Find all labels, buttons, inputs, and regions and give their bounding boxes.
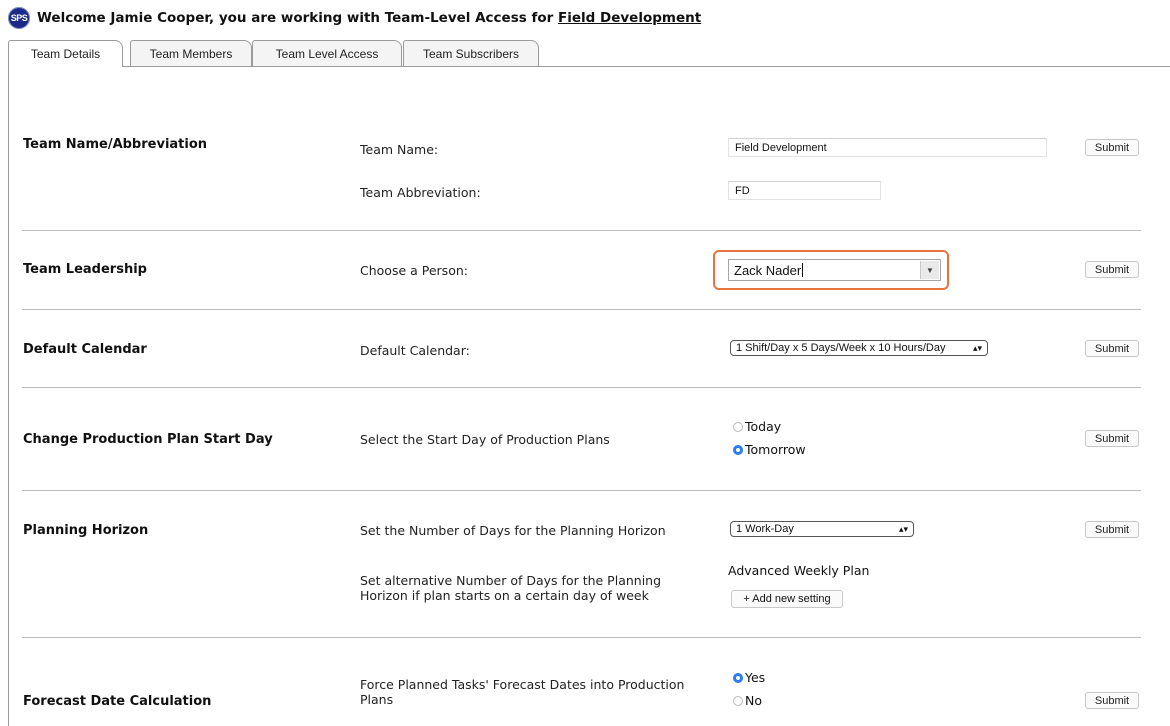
person-combobox[interactable]: Zack Nader ▼ <box>728 259 941 281</box>
radio-label-yes: Yes <box>745 670 766 685</box>
page-header: SPS Welcome Jamie Cooper, you are workin… <box>8 7 701 29</box>
radio-checked-icon[interactable] <box>733 672 743 683</box>
alternative-days-label-line1: Set alternative Number of Days for the P… <box>360 573 662 588</box>
chevron-down-icon[interactable]: ▼ <box>920 261 939 279</box>
force-forecast-label-line1: Force Planned Tasks' Forecast Dates into… <box>360 677 685 692</box>
section-title-forecast-date: Forecast Date Calculation <box>23 694 212 709</box>
team-name-label: Team Name: <box>360 142 439 157</box>
radio-label-no: No <box>745 693 762 708</box>
radio-option-today[interactable]: Today <box>733 419 781 434</box>
text-cursor <box>802 263 804 277</box>
team-abbreviation-label: Team Abbreviation: <box>360 185 481 200</box>
radio-checked-icon[interactable] <box>733 444 743 455</box>
radio-option-no[interactable]: No <box>733 693 762 708</box>
person-combobox-value: Zack Nader <box>734 262 802 278</box>
forecast-submit-button[interactable]: Submit <box>1085 692 1139 709</box>
team-name-input[interactable]: Field Development <box>728 138 1047 157</box>
radio-unchecked-icon[interactable] <box>733 695 743 706</box>
planning-horizon-label: Set the Number of Days for the Planning … <box>360 523 666 538</box>
divider <box>22 309 1141 310</box>
tab-team-level-access[interactable]: Team Level Access <box>252 40 402 66</box>
divider <box>22 230 1141 231</box>
radio-option-yes[interactable]: Yes <box>733 670 765 685</box>
divider <box>22 387 1141 388</box>
section-title-default-calendar: Default Calendar <box>23 342 147 357</box>
radio-label-today: Today <box>745 419 782 434</box>
advanced-weekly-plan-label: Advanced Weekly Plan <box>728 563 870 578</box>
default-calendar-submit-button[interactable]: Submit <box>1085 340 1139 357</box>
welcome-message: Welcome Jamie Cooper, you are working wi… <box>37 10 701 26</box>
planning-horizon-submit-button[interactable]: Submit <box>1085 521 1139 538</box>
default-calendar-label: Default Calendar: <box>360 343 470 358</box>
team-abbreviation-input[interactable]: FD <box>728 181 881 200</box>
choose-person-label: Choose a Person: <box>360 263 468 278</box>
start-day-label: Select the Start Day of Production Plans <box>360 432 610 447</box>
planning-horizon-select[interactable]: 1 Work-Day ▴▾ <box>730 521 914 537</box>
alternative-days-label: Set alternative Number of Days for the P… <box>360 573 661 603</box>
tab-panel <box>8 66 1170 726</box>
team-link[interactable]: Field Development <box>558 10 701 26</box>
sps-logo: SPS <box>8 7 30 29</box>
tab-bar: Team Details Team Members Team Level Acc… <box>8 40 568 67</box>
radio-option-tomorrow[interactable]: Tomorrow <box>733 442 806 457</box>
welcome-text: Welcome Jamie Cooper, you are working wi… <box>37 10 558 26</box>
section-title-start-day: Change Production Plan Start Day <box>23 432 273 447</box>
add-new-setting-button[interactable]: + Add new setting <box>731 590 843 608</box>
tab-team-details[interactable]: Team Details <box>8 40 123 67</box>
team-leadership-submit-button[interactable]: Submit <box>1085 261 1139 278</box>
default-calendar-value: 1 Shift/Day x 5 Days/Week x 10 Hours/Day <box>736 342 946 354</box>
start-day-submit-button[interactable]: Submit <box>1085 430 1139 447</box>
alternative-days-label-line2: Horizon if plan starts on a certain day … <box>360 588 649 603</box>
team-name-submit-button[interactable]: Submit <box>1085 139 1139 156</box>
divider <box>22 637 1141 638</box>
force-forecast-label: Force Planned Tasks' Forecast Dates into… <box>360 677 684 707</box>
select-arrows-icon: ▴▾ <box>972 343 982 353</box>
section-title-team-name: Team Name/Abbreviation <box>23 137 208 152</box>
tab-team-subscribers[interactable]: Team Subscribers <box>403 40 539 66</box>
divider <box>22 490 1141 491</box>
force-forecast-label-line2: Plans <box>360 692 394 707</box>
radio-unchecked-icon[interactable] <box>733 421 743 432</box>
planning-horizon-value: 1 Work-Day <box>736 523 794 535</box>
section-title-planning-horizon: Planning Horizon <box>23 523 149 538</box>
section-title-team-leadership: Team Leadership <box>23 262 147 277</box>
tab-team-members[interactable]: Team Members <box>130 40 252 66</box>
select-arrows-icon: ▴▾ <box>898 524 908 534</box>
radio-label-tomorrow: Tomorrow <box>745 442 806 457</box>
default-calendar-select[interactable]: 1 Shift/Day x 5 Days/Week x 10 Hours/Day… <box>730 340 988 356</box>
